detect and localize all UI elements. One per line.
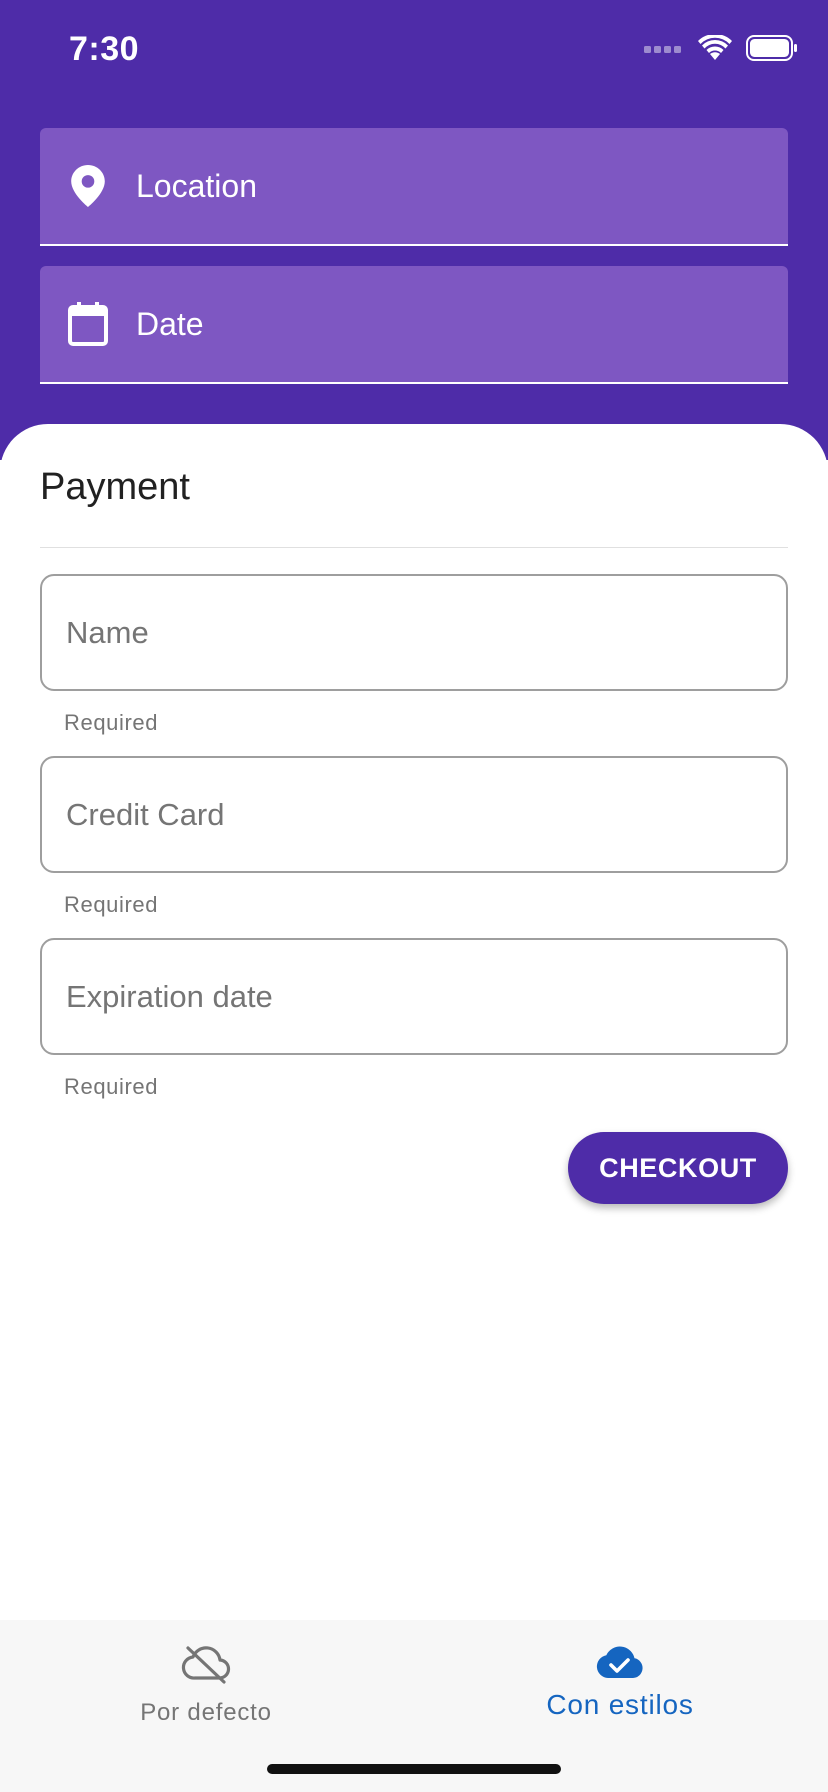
credit-card-helper-text: Required bbox=[64, 892, 159, 917]
signal-dots-icon bbox=[644, 41, 684, 59]
location-pin-icon bbox=[40, 165, 136, 207]
date-field[interactable]: Date bbox=[40, 266, 788, 384]
name-input[interactable] bbox=[64, 613, 786, 652]
name-helper-text: Required bbox=[64, 710, 159, 735]
header-background: 7:30 Location Date bbox=[0, 0, 828, 460]
date-field-label: Date bbox=[136, 305, 204, 342]
checkout-button[interactable]: CHECKOUT bbox=[568, 1132, 788, 1204]
credit-card-input[interactable] bbox=[64, 795, 786, 834]
nav-label-por-defecto: Por defecto bbox=[140, 1699, 272, 1726]
home-indicator bbox=[267, 1764, 561, 1774]
cloud-done-icon bbox=[595, 1644, 645, 1685]
status-icons bbox=[644, 33, 798, 66]
status-time: 7:30 bbox=[69, 30, 140, 68]
name-field[interactable] bbox=[40, 574, 788, 691]
payment-title: Payment bbox=[40, 466, 190, 508]
payment-sheet: Payment Required Required Required CHECK… bbox=[0, 424, 828, 1620]
expiration-date-field[interactable] bbox=[40, 938, 788, 1055]
nav-item-por-defecto[interactable]: Por defecto bbox=[56, 1644, 356, 1727]
battery-icon bbox=[746, 34, 798, 66]
location-field[interactable]: Location bbox=[40, 128, 788, 246]
status-bar: 7:30 bbox=[0, 0, 828, 100]
expiration-date-helper-text: Required bbox=[64, 1074, 159, 1099]
expiration-date-input[interactable] bbox=[64, 977, 786, 1016]
wifi-icon bbox=[698, 33, 732, 66]
location-field-label: Location bbox=[136, 167, 257, 204]
calendar-icon bbox=[40, 302, 136, 346]
cloud-off-icon bbox=[181, 1644, 231, 1689]
credit-card-field[interactable] bbox=[40, 756, 788, 873]
divider bbox=[40, 547, 788, 548]
nav-label-con-estilos: Con estilos bbox=[546, 1689, 694, 1720]
nav-item-con-estilos[interactable]: Con estilos bbox=[470, 1644, 770, 1721]
